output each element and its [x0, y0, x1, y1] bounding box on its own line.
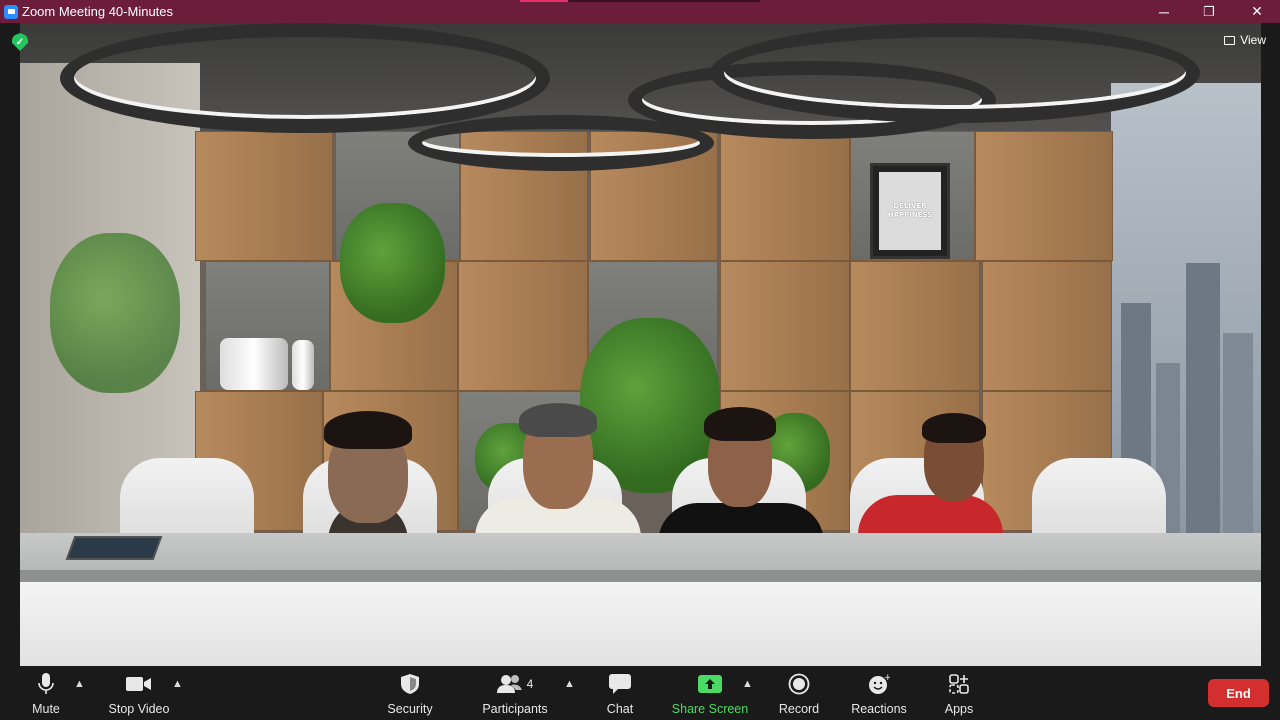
- svg-text:+: +: [884, 673, 890, 683]
- table-edge: [20, 570, 1261, 582]
- record-label: Record: [778, 702, 820, 716]
- decor-vase: [220, 338, 288, 390]
- restore-button[interactable]: ❐: [1186, 0, 1232, 23]
- wood-panel: [720, 261, 850, 391]
- participants-label: Participants: [482, 702, 548, 716]
- end-meeting-button[interactable]: End: [1208, 679, 1269, 707]
- wood-panel: [195, 131, 333, 261]
- reactions-label: Reactions: [851, 702, 907, 716]
- mute-label: Mute: [32, 702, 60, 716]
- wood-panel: [458, 261, 588, 391]
- reactions-button[interactable]: + Reactions: [848, 672, 910, 716]
- record-button[interactable]: Record: [774, 672, 824, 716]
- poster-text: DELIVER HAPPINESS: [879, 172, 941, 250]
- tablet-device: [65, 536, 163, 560]
- wood-panel: [982, 261, 1112, 391]
- apps-icon: [948, 672, 970, 696]
- security-label: Security: [387, 702, 433, 716]
- smiley-plus-icon: +: [868, 672, 890, 696]
- share-options-caret[interactable]: ▲: [742, 678, 753, 690]
- share-screen-icon: [698, 672, 722, 696]
- apps-label: Apps: [944, 702, 974, 716]
- stop-video-button[interactable]: Stop Video: [100, 672, 178, 716]
- chat-label: Chat: [606, 702, 634, 716]
- chat-bubble-icon: [609, 672, 631, 696]
- shield-icon: [400, 672, 420, 696]
- participants-count: 4: [526, 677, 534, 691]
- participants-icon: 4: [496, 672, 534, 696]
- view-grid-icon: [1224, 35, 1236, 45]
- ceiling-light-ring: [710, 23, 1200, 123]
- share-screen-button[interactable]: Share Screen: [670, 672, 750, 716]
- microphone-icon: [38, 672, 54, 696]
- wood-panel: [850, 261, 980, 391]
- share-screen-label: Share Screen: [671, 702, 749, 716]
- title-bar: Zoom Meeting 40-Minutes ─ ❐ ✕: [0, 0, 1280, 23]
- mute-button[interactable]: Mute: [24, 672, 68, 716]
- video-options-caret[interactable]: ▲: [172, 678, 183, 690]
- palm-plant: [50, 233, 180, 393]
- wood-panel: [720, 131, 850, 261]
- meeting-toolbar: [0, 666, 1280, 720]
- poster-frame: DELIVER HAPPINESS: [870, 163, 950, 259]
- view-label: View: [1240, 33, 1266, 47]
- stop-video-label: Stop Video: [108, 702, 170, 716]
- meeting-time-progress: [520, 0, 760, 2]
- minimize-button[interactable]: ─: [1141, 0, 1187, 23]
- participants-options-caret[interactable]: ▲: [564, 678, 575, 690]
- close-button[interactable]: ✕: [1234, 0, 1280, 23]
- video-camera-icon: [126, 672, 152, 696]
- security-button[interactable]: Security: [380, 672, 440, 716]
- window-title: Zoom Meeting 40-Minutes: [22, 4, 174, 19]
- hanging-plant: [340, 203, 445, 323]
- chat-button[interactable]: Chat: [600, 672, 640, 716]
- record-icon: [788, 672, 810, 696]
- wood-panel: [975, 131, 1113, 261]
- table-front: [20, 582, 1261, 666]
- video-stage: DELIVER HAPPINESS: [20, 23, 1261, 666]
- zoom-app-icon: [4, 4, 18, 19]
- apps-button[interactable]: Apps: [938, 672, 980, 716]
- participants-button[interactable]: 4 Participants: [478, 672, 552, 716]
- ceiling-light-ring: [60, 23, 550, 133]
- mute-options-caret[interactable]: ▲: [74, 678, 85, 690]
- view-button[interactable]: View: [1224, 33, 1266, 47]
- decor-vase: [292, 340, 314, 390]
